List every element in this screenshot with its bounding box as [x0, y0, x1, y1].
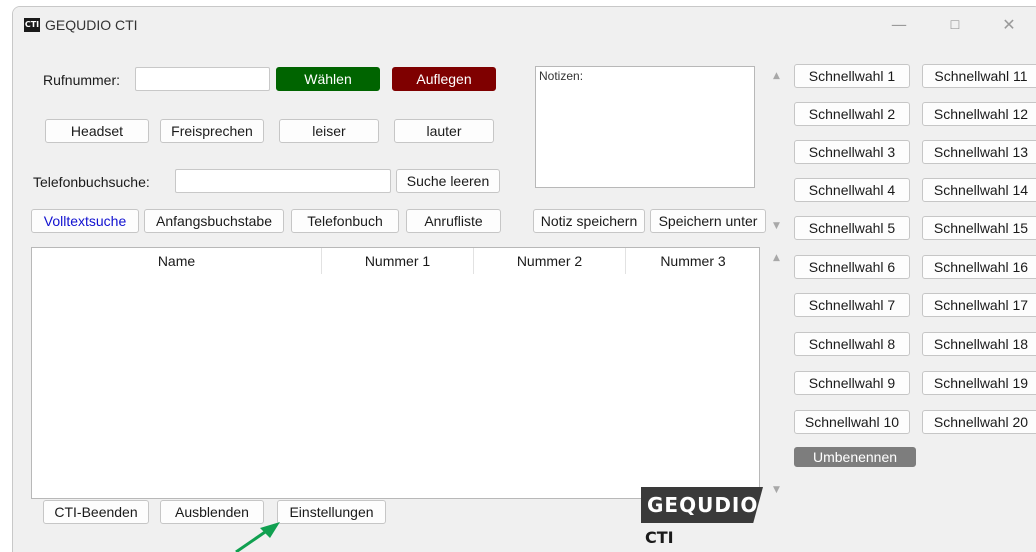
speed-dial-17-button[interactable]: Schnellwahl 17 — [922, 293, 1036, 317]
speed-dial-18-button[interactable]: Schnellwahl 18 — [922, 332, 1036, 356]
cti-logo-text: CTI — [645, 528, 674, 547]
column-header-number-3[interactable]: Nummer 3 — [626, 248, 760, 274]
rename-button[interactable]: Umbenennen — [794, 447, 916, 467]
notes-textarea[interactable]: Notizen: — [535, 66, 755, 188]
table-scroll-up-icon[interactable]: ▲ — [773, 253, 780, 263]
number-label: Rufnummer: — [43, 72, 121, 88]
quieter-button[interactable]: leiser — [279, 119, 379, 143]
column-header-name[interactable]: Name — [32, 248, 322, 274]
maximize-button[interactable]: ☐ — [933, 11, 977, 39]
speed-dial-4-button[interactable]: Schnellwahl 4 — [794, 178, 910, 202]
hangup-button[interactable]: Auflegen — [392, 67, 496, 91]
speed-dial-7-button[interactable]: Schnellwahl 7 — [794, 293, 910, 317]
title-bar: CTI GEQUDIO CTI — ☐ ✕ — [13, 7, 1036, 43]
annotation-arrow-icon — [235, 522, 280, 552]
speed-dial-19-button[interactable]: Schnellwahl 19 — [922, 371, 1036, 395]
contacts-table[interactable]: Name Nummer 1 Nummer 2 Nummer 3 — [31, 247, 760, 499]
speed-dial-9-button[interactable]: Schnellwahl 9 — [794, 371, 910, 395]
headset-button[interactable]: Headset — [45, 119, 149, 143]
clear-search-button[interactable]: Suche leeren — [396, 169, 500, 193]
notes-label: Notizen: — [539, 69, 584, 83]
speed-dial-13-button[interactable]: Schnellwahl 13 — [922, 140, 1036, 164]
speed-dial-20-button[interactable]: Schnellwahl 20 — [922, 410, 1036, 434]
speed-dial-14-button[interactable]: Schnellwahl 14 — [922, 178, 1036, 202]
speed-dial-16-button[interactable]: Schnellwahl 16 — [922, 255, 1036, 279]
tab-call-list[interactable]: Anrufliste — [406, 209, 501, 233]
louder-button[interactable]: lauter — [394, 119, 494, 143]
hide-button[interactable]: Ausblenden — [160, 500, 264, 524]
speed-dial-6-button[interactable]: Schnellwahl 6 — [794, 255, 910, 279]
minimize-button[interactable]: — — [877, 11, 921, 39]
table-scroll-down-icon[interactable]: ▼ — [773, 485, 780, 495]
tab-fulltext-search[interactable]: Volltextsuche — [31, 209, 139, 233]
close-button[interactable]: ✕ — [987, 11, 1031, 39]
tab-phonebook[interactable]: Telefonbuch — [291, 209, 399, 233]
speed-dial-3-button[interactable]: Schnellwahl 3 — [794, 140, 910, 164]
save-as-button[interactable]: Speichern unter — [650, 209, 766, 233]
speed-dial-11-button[interactable]: Schnellwahl 11 — [922, 64, 1036, 88]
save-note-button[interactable]: Notiz speichern — [533, 209, 645, 233]
speed-dial-12-button[interactable]: Schnellwahl 12 — [922, 102, 1036, 126]
speaker-button[interactable]: Freisprechen — [160, 119, 264, 143]
phonebook-search-input[interactable] — [175, 169, 391, 193]
speed-dial-5-button[interactable]: Schnellwahl 5 — [794, 216, 910, 240]
window-title: GEQUDIO CTI — [45, 17, 138, 33]
speed-dial-1-button[interactable]: Schnellwahl 1 — [794, 64, 910, 88]
notes-scroll-down-icon[interactable]: ▼ — [773, 221, 780, 231]
speed-dial-2-button[interactable]: Schnellwahl 2 — [794, 102, 910, 126]
app-window: CTI GEQUDIO CTI — ☐ ✕ Rufnummer: Wählen … — [12, 6, 1036, 552]
speed-dial-15-button[interactable]: Schnellwahl 15 — [922, 216, 1036, 240]
settings-button[interactable]: Einstellungen — [277, 500, 386, 524]
phonebook-search-label: Telefonbuchsuche: — [33, 174, 150, 190]
speed-dial-10-button[interactable]: Schnellwahl 10 — [794, 410, 910, 434]
column-header-number-1[interactable]: Nummer 1 — [322, 248, 474, 274]
tab-initial-letter[interactable]: Anfangsbuchstabe — [144, 209, 284, 233]
app-logo-icon: CTI — [24, 18, 40, 32]
speed-dial-8-button[interactable]: Schnellwahl 8 — [794, 332, 910, 356]
cti-exit-button[interactable]: CTI-Beenden — [43, 500, 149, 524]
gequdio-logo: GEQUDIO — [641, 487, 763, 523]
column-header-number-2[interactable]: Nummer 2 — [474, 248, 626, 274]
number-input[interactable] — [135, 67, 270, 91]
notes-scroll-up-icon[interactable]: ▲ — [773, 71, 780, 81]
dial-button[interactable]: Wählen — [276, 67, 380, 91]
